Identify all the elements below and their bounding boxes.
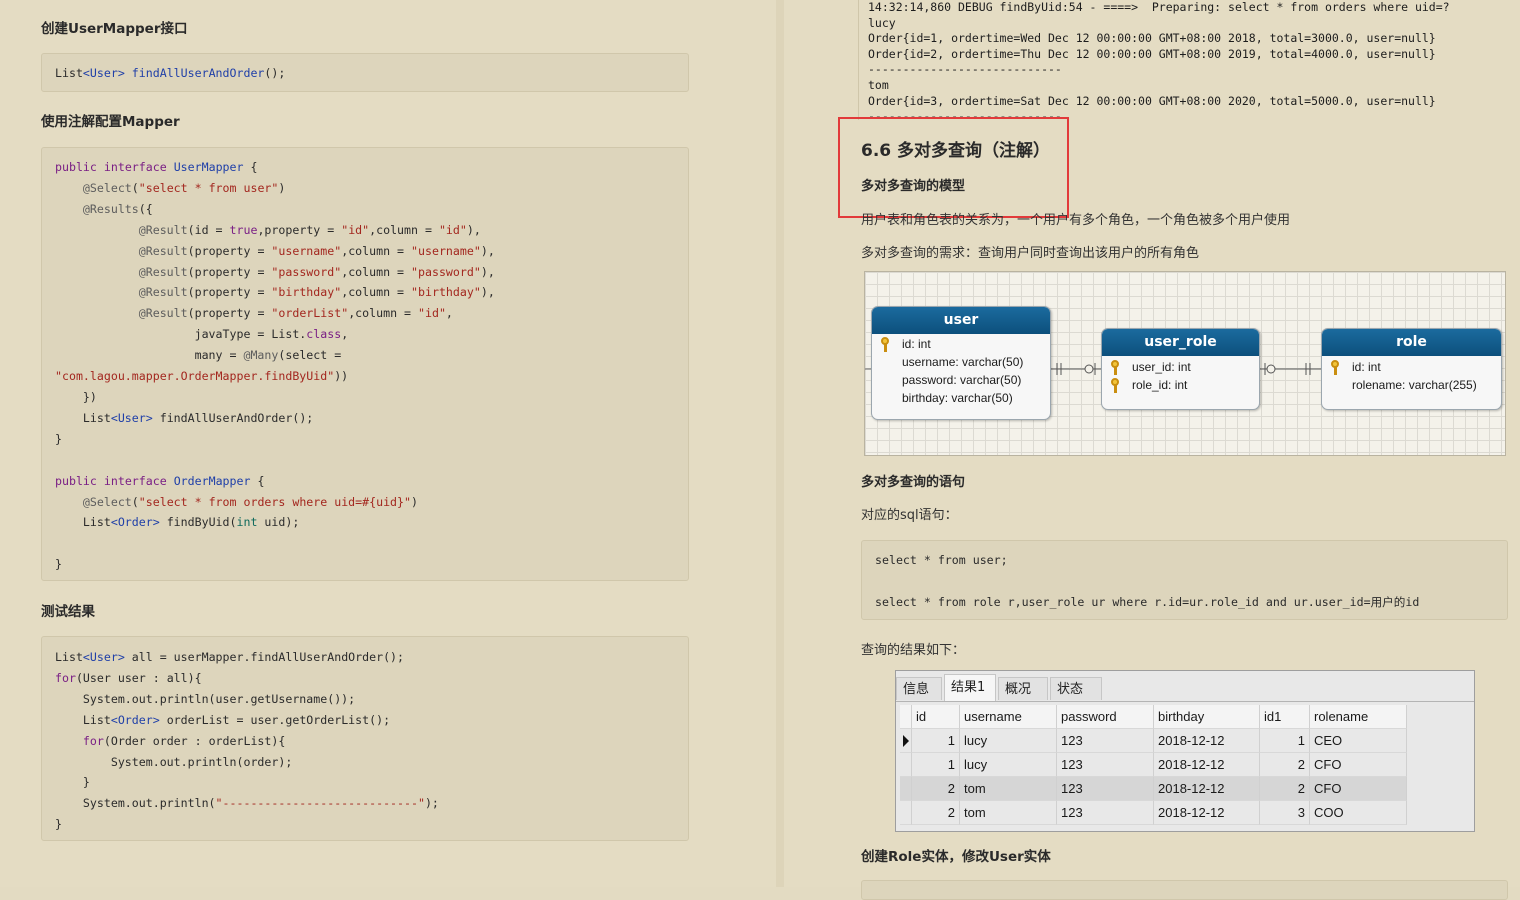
table-cell: 123: [1057, 777, 1154, 801]
entity-field: id: int: [872, 335, 1050, 353]
tab-status[interactable]: 状态: [1050, 677, 1102, 700]
table-cell: 2: [912, 777, 960, 801]
sql-line-2: select * from role r,user_role ur where …: [875, 595, 1420, 609]
entity-role: role id: int rolename: varchar(255): [1321, 328, 1502, 410]
table-cell: 2: [1260, 753, 1310, 777]
requirement-text: 多对多查询的需求：查询用户同时查询出该用户的所有角色: [861, 246, 1200, 261]
table-cell: COO: [1310, 801, 1407, 825]
column-header-rolename: rolename: [1310, 705, 1407, 729]
entity-field: id: int: [1322, 358, 1501, 376]
table-cell: lucy: [960, 729, 1057, 753]
code-block-next: [861, 880, 1508, 900]
left-document-pane: 创建UserMapper接口 List<User> findAllUserAnd…: [0, 0, 776, 887]
row-marker: [900, 753, 912, 777]
heading-annotation-mapper: 使用注解配置Mapper: [41, 114, 180, 130]
table-cell: 1: [1260, 729, 1310, 753]
row-marker: [900, 705, 912, 729]
table-cell: CFO: [1310, 777, 1407, 801]
entity-user-role: user_role user_id: int role_id: int: [1101, 328, 1260, 410]
relation-text: 用户表和角色表的关系为，一个用户有多个角色，一个角色被多个用户使用: [861, 213, 1291, 228]
page-divider: [776, 0, 784, 887]
er-diagram: user id: int username: varchar(50) passw…: [864, 271, 1506, 456]
result-tabs: 信息 结果1 概况 状态: [896, 671, 1474, 702]
red-highlight-box: [838, 117, 1069, 218]
console-output: 14:32:14,860 DEBUG findByUid:54 - ====> …: [858, 0, 1509, 120]
column-header-id: id: [912, 705, 960, 729]
row-marker: [900, 801, 912, 825]
code-text: List<User> findAllUserAndOrder();: [55, 66, 286, 80]
table-cell: 2018-12-12: [1154, 777, 1260, 801]
entity-header: user_role: [1102, 329, 1259, 356]
code-block-sql: select * from user; select * from role r…: [861, 540, 1508, 620]
heading-statement: 多对多查询的语句: [861, 475, 966, 490]
table-cell: 1: [912, 753, 960, 777]
table-cell: 123: [1057, 753, 1154, 777]
entity-field: username: varchar(50): [902, 355, 1024, 369]
query-result-panel: 信息 结果1 概况 状态 id username password birthday i…: [895, 670, 1475, 832]
table-cell: 2018-12-12: [1154, 729, 1260, 753]
table-cell: 2: [912, 801, 960, 825]
tab-result1[interactable]: 结果1: [944, 674, 996, 701]
table-cell: tom: [960, 801, 1057, 825]
entity-field: birthday: varchar(50): [902, 391, 1013, 405]
entity-field: rolename: varchar(255): [1352, 378, 1477, 392]
primary-key-icon: [881, 337, 891, 352]
heading-test-results: 测试结果: [41, 604, 95, 620]
column-header-password: password: [1057, 705, 1154, 729]
sql-line-1: select * from user;: [875, 553, 1008, 567]
table-cell: tom: [960, 777, 1057, 801]
code-text: List<User> all = userMapper.findAllUserA…: [55, 650, 439, 832]
entity-field: password: varchar(50): [902, 373, 1022, 387]
current-row-arrow-icon: [900, 729, 912, 753]
entity-field: user_id: int: [1102, 358, 1259, 376]
code-block-mapper-annotations: public interface UserMapper { @Select("s…: [41, 147, 689, 581]
table-cell: CFO: [1310, 753, 1407, 777]
table-cell: lucy: [960, 753, 1057, 777]
column-header-username: username: [960, 705, 1057, 729]
row-marker: [900, 777, 912, 801]
table-cell: CEO: [1310, 729, 1407, 753]
table-cell: 123: [1057, 729, 1154, 753]
heading-role-entity: 创建Role实体，修改User实体: [861, 849, 1051, 865]
column-header-id1: id1: [1260, 705, 1310, 729]
entity-user: user id: int username: varchar(50) passw…: [871, 306, 1051, 420]
column-header-birthday: birthday: [1154, 705, 1260, 729]
entity-header: user: [872, 307, 1050, 334]
primary-key-icon: [1111, 378, 1121, 393]
tab-overview[interactable]: 概况: [998, 677, 1048, 700]
tab-info[interactable]: 信息: [896, 677, 942, 700]
table-cell: 2018-12-12: [1154, 801, 1260, 825]
primary-key-icon: [1331, 360, 1341, 375]
code-block-interface-method: List<User> findAllUserAndOrder();: [41, 53, 689, 92]
table-cell: 1: [912, 729, 960, 753]
result-intro: 查询的结果如下：: [861, 643, 966, 658]
table-cell: 3: [1260, 801, 1310, 825]
entity-field: role_id: int: [1102, 376, 1259, 394]
code-block-test: List<User> all = userMapper.findAllUserA…: [41, 636, 689, 841]
sql-intro: 对应的sql语句：: [861, 508, 958, 523]
primary-key-icon: [1111, 360, 1121, 375]
heading-create-usermapper: 创建UserMapper接口: [41, 21, 188, 37]
table-cell: 2: [1260, 777, 1310, 801]
table-cell: 123: [1057, 801, 1154, 825]
table-cell: 2018-12-12: [1154, 753, 1260, 777]
console-text: 14:32:14,860 DEBUG findByUid:54 - ====> …: [868, 0, 1450, 120]
entity-header: role: [1322, 329, 1501, 356]
code-text: public interface UserMapper { @Select("s…: [55, 160, 495, 572]
